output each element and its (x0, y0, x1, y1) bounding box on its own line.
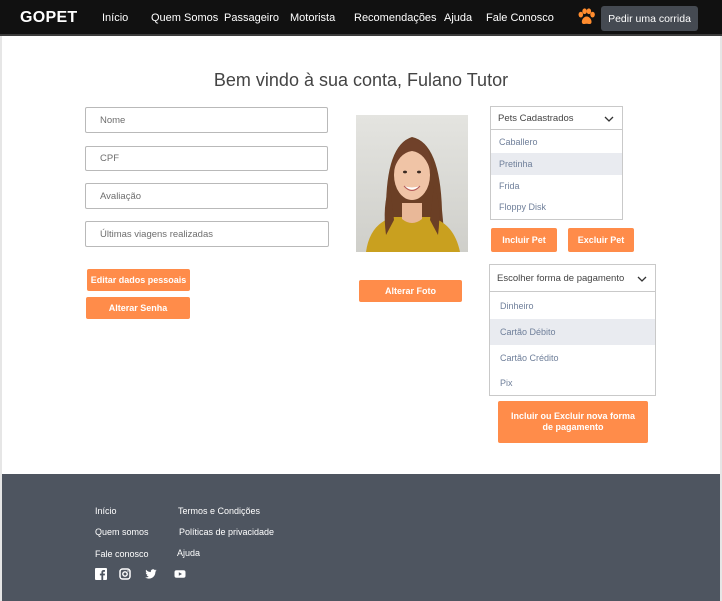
nav-link-quem-somos[interactable]: Quem Somos (151, 12, 218, 24)
recent-trips-field[interactable]: Últimas viagens realizadas (85, 221, 329, 247)
change-password-button[interactable]: Alterar Senha (86, 297, 190, 319)
nav-link-recomendacoes[interactable]: Recomendações (354, 12, 437, 24)
payment-item-pix[interactable]: Pix (490, 370, 655, 395)
footer (0, 474, 722, 601)
youtube-icon[interactable] (174, 568, 186, 580)
nav-link-inicio[interactable]: Início (102, 12, 128, 24)
pets-list-header[interactable]: Pets Cadastrados (491, 107, 622, 130)
name-field[interactable]: Nome (85, 107, 328, 133)
nav-link-ajuda[interactable]: Ajuda (444, 12, 472, 24)
nav-link-fale-conosco[interactable]: Fale Conosco (486, 12, 554, 24)
payment-methods-title: Escolher forma de pagamento (497, 272, 625, 284)
facebook-icon[interactable] (95, 568, 107, 580)
brand-logo[interactable]: GOPET (20, 9, 78, 27)
chevron-down-icon (637, 276, 647, 282)
payment-item-dinheiro[interactable]: Dinheiro (490, 293, 655, 318)
payment-methods-header[interactable]: Escolher forma de pagamento (490, 265, 655, 292)
twitter-icon[interactable] (145, 568, 157, 580)
footer-link-inicio[interactable]: Início (95, 506, 117, 516)
payment-methods-list: Escolher forma de pagamento Dinheiro Car… (489, 264, 656, 396)
pets-list-title: Pets Cadastrados (498, 112, 574, 124)
edit-personal-data-button[interactable]: Editar dados pessoais (87, 269, 190, 291)
nav-link-passageiro[interactable]: Passageiro (224, 12, 279, 24)
pet-item-pretinha[interactable]: Pretinha (491, 153, 622, 175)
payment-item-cartao-credito[interactable]: Cartão Crédito (490, 345, 655, 370)
remove-pet-button[interactable]: Excluir Pet (568, 228, 634, 252)
request-ride-button[interactable]: Pedir uma corrida (601, 6, 698, 31)
footer-link-fale-conosco[interactable]: Fale conosco (95, 549, 149, 559)
pet-item-caballero[interactable]: Caballero (491, 131, 622, 152)
pet-item-frida[interactable]: Frida (491, 175, 622, 196)
nav-link-motorista[interactable]: Motorista (290, 12, 335, 24)
footer-link-termos[interactable]: Termos e Condições (178, 506, 260, 516)
pet-item-floppy-disk[interactable]: Floppy Disk (491, 196, 622, 218)
chevron-down-icon (604, 116, 614, 122)
navbar: GOPET Início Quem Somos Passageiro Motor… (0, 0, 722, 36)
profile-photo (356, 115, 468, 252)
instagram-icon[interactable] (119, 568, 131, 580)
footer-link-privacidade[interactable]: Políticas de privacidade (179, 527, 274, 537)
change-photo-button[interactable]: Alterar Foto (359, 280, 462, 302)
footer-link-ajuda[interactable]: Ajuda (177, 548, 200, 558)
payment-item-cartao-debito[interactable]: Cartão Débito (490, 319, 655, 345)
paw-icon (578, 8, 595, 25)
footer-link-quem-somos[interactable]: Quem somos (95, 527, 149, 537)
cpf-field[interactable]: CPF (85, 146, 328, 171)
page-title: Bem vindo à sua conta, Fulano Tutor (213, 70, 509, 90)
add-pet-button[interactable]: Incluir Pet (491, 228, 557, 252)
pets-list: Pets Cadastrados Caballero Pretinha Frid… (490, 106, 623, 220)
manage-payment-methods-button[interactable]: Incluir ou Excluir nova forma de pagamen… (498, 401, 648, 443)
rating-field[interactable]: Avaliação (85, 183, 328, 209)
